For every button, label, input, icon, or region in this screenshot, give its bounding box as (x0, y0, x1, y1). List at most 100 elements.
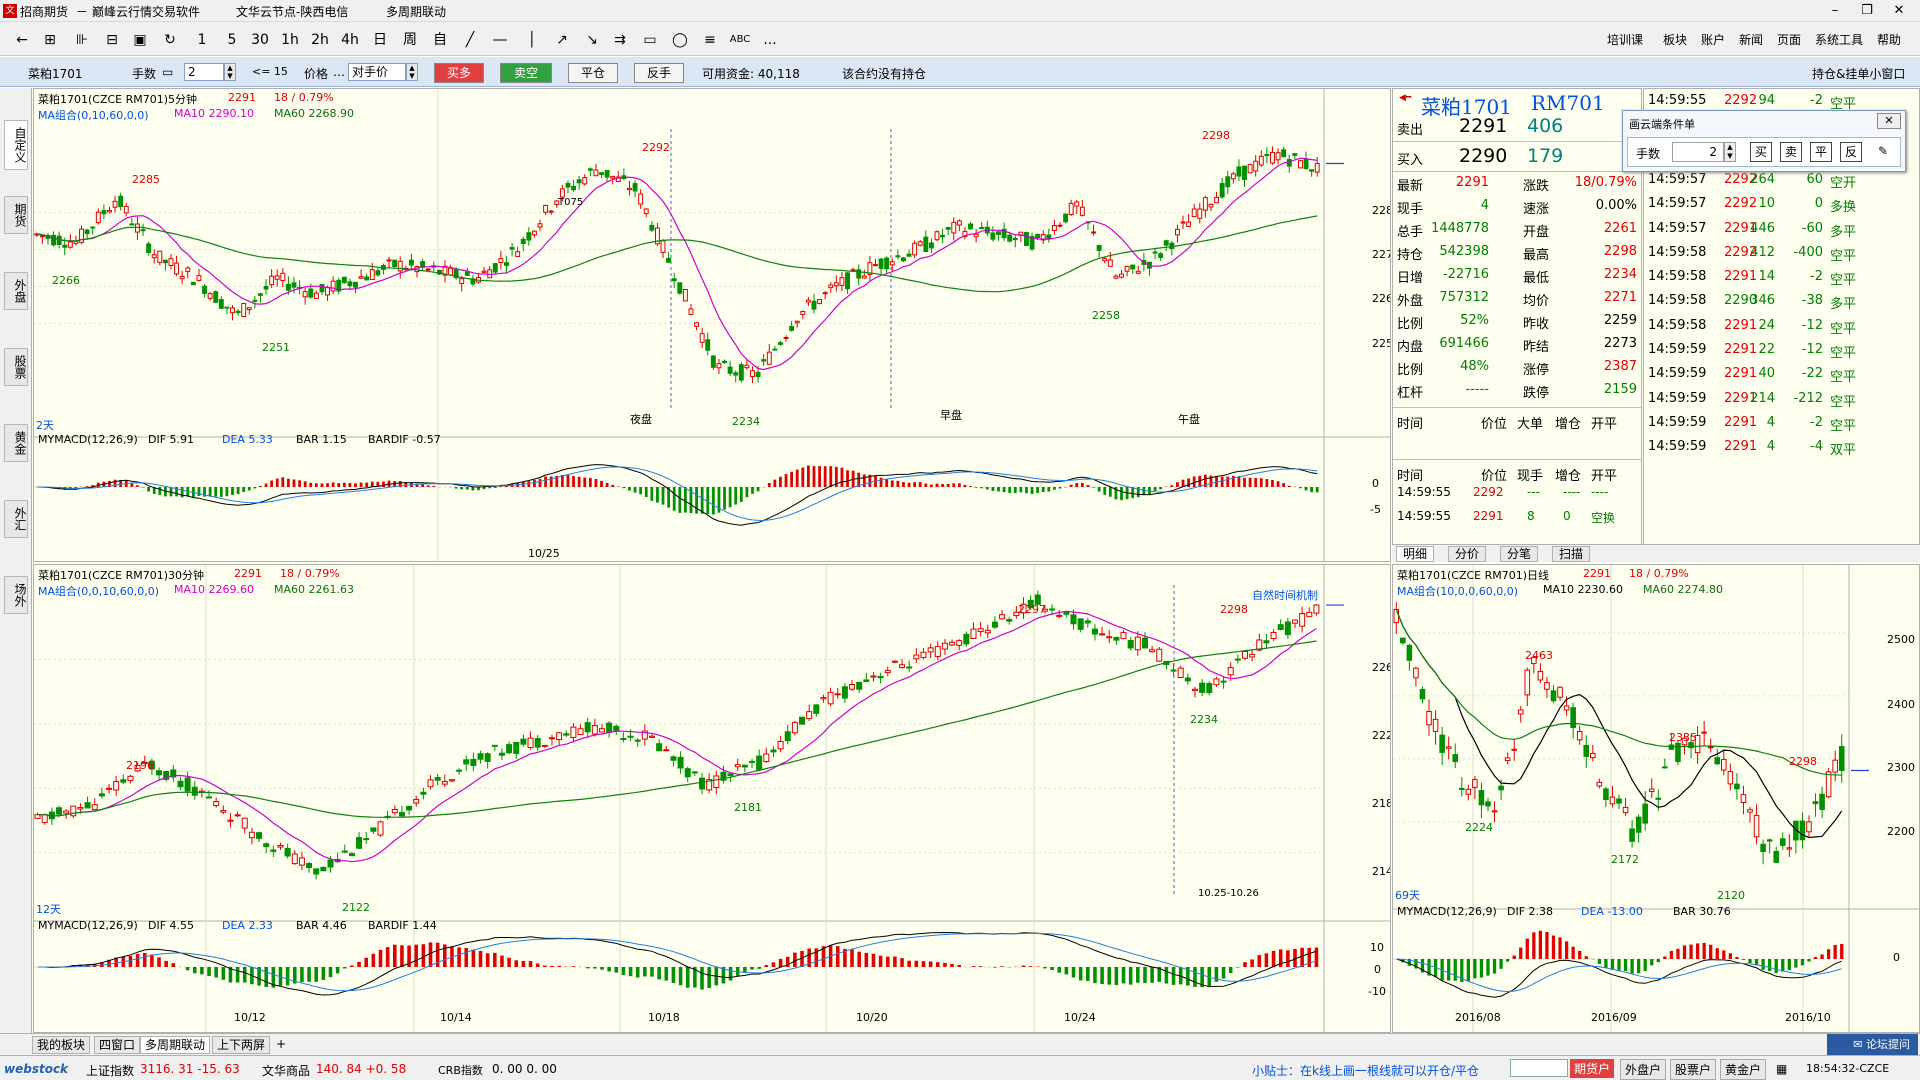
back-arrow-icon[interactable]: ← (10, 30, 34, 50)
text-tool-button[interactable]: ABC (728, 30, 752, 50)
tab-foreign-market[interactable]: 外盘 (4, 272, 28, 310)
save-icon[interactable]: ▣ (128, 30, 152, 50)
pen-icon[interactable]: ✎ (1872, 142, 1894, 162)
period-5m[interactable]: 5 (220, 30, 244, 50)
dialog-buy-button[interactable]: 买 (1750, 142, 1772, 162)
tab-my-sectors[interactable]: 我的板块 (32, 1036, 91, 1054)
foreign-account-button[interactable]: 外盘户 (1620, 1059, 1667, 1080)
tick-row[interactable]: 14:59:58 2291 24 -12 空平 (1644, 314, 1919, 338)
rect-tool-icon[interactable]: ▭ (638, 30, 662, 50)
search-input[interactable] (1510, 1059, 1568, 1077)
tick-row[interactable]: 14:59:59 2291 4 -4 双平 (1644, 435, 1919, 459)
conditional-order-dialog[interactable]: 画云端条件单 ✕ 手数 2 ▲ ▼ 买 卖 平 反 ✎ (1622, 110, 1906, 172)
period-4h[interactable]: 4h (338, 30, 362, 50)
chart-5min-svg[interactable] (34, 89, 1391, 562)
chart-daily-pane[interactable]: 菜粕1701(CZCE RM701)日线 2291 18 / 0.79% MA组… (1392, 564, 1920, 1033)
arrow-tool-icon[interactable]: ↘ (580, 30, 604, 50)
tab-detail[interactable]: 明细 (1396, 546, 1435, 562)
close-position-button[interactable]: 平仓 (568, 63, 618, 83)
period-custom[interactable]: 自 (428, 30, 452, 50)
restore-button[interactable]: ❐ (1852, 2, 1882, 20)
dialog-close-icon[interactable]: ✕ (1877, 113, 1901, 129)
reverse-button[interactable]: 反手 (634, 63, 684, 83)
layout-icon[interactable]: ⊟ (100, 30, 124, 50)
tab-price-dist[interactable]: 分价 (1448, 546, 1487, 562)
period-day[interactable]: 日 (368, 30, 392, 50)
menu-multi-period[interactable]: 多周期联动 (386, 3, 446, 20)
dialog-sell-button[interactable]: 卖 (1780, 142, 1802, 162)
menu-server-node[interactable]: 文华云节点-陕西电信 (236, 3, 348, 20)
close-button[interactable]: ✕ (1884, 2, 1914, 20)
tab-four-window[interactable]: 四窗口 (94, 1036, 141, 1054)
menu-account[interactable]: 账户 (1701, 31, 1725, 48)
dialog-qty-input[interactable]: 2 (1672, 142, 1724, 162)
line-tool-icon[interactable]: ╱ (458, 30, 482, 50)
menu-system-tools[interactable]: 系统工具 (1815, 31, 1863, 48)
tick-row[interactable]: 14:59:57 2292 10 0 多换 (1644, 192, 1919, 216)
tab-forex[interactable]: 外汇 (4, 500, 28, 538)
menu-help[interactable]: 帮助 (1877, 31, 1901, 48)
fibo-tool-icon[interactable]: ≡ (698, 30, 722, 50)
tick-row[interactable]: 14:59:57 2291 446 -60 多平 (1644, 217, 1919, 241)
tab-custom[interactable]: 自定义 (4, 120, 28, 170)
tick-row[interactable]: 14:59:59 2291 214 -212 空平 (1644, 387, 1919, 411)
position-window-link[interactable]: 持仓&挂单小窗口 (1812, 65, 1905, 82)
dialog-qty-spinner[interactable]: ▲ ▼ (1724, 142, 1736, 162)
tab-futures[interactable]: 期货 (4, 196, 28, 234)
minimize-button[interactable]: – (1820, 2, 1850, 20)
chart-5min-pane[interactable]: 菜粕1701(CZCE RM701)5分钟 2291 18 / 0.79% MA… (33, 88, 1391, 562)
ellipse-tool-icon[interactable]: ◯ (668, 30, 692, 50)
stock-account-button[interactable]: 股票户 (1670, 1059, 1717, 1080)
chart-30min-svg[interactable] (34, 565, 1391, 1033)
futures-account-button[interactable]: 期货户 (1570, 1059, 1615, 1078)
chart-30min-pane[interactable]: 菜粕1701(CZCE RM701)30分钟 2291 18 / 0.79% M… (33, 564, 1391, 1033)
period-30m[interactable]: 30 (248, 30, 272, 50)
hline-tool-icon[interactable]: ― (488, 30, 512, 50)
tab-stocks[interactable]: 股票 (4, 348, 28, 386)
tab-scan[interactable]: 扫描 (1552, 546, 1591, 562)
tip-text[interactable]: 小贴士：在k线上画一根线就可以开仓/平仓 (1252, 1062, 1479, 1079)
more-tools-button[interactable]: ... (758, 30, 782, 50)
period-1m[interactable]: 1 (190, 30, 214, 50)
candle-icon[interactable]: ⊪ (70, 30, 94, 50)
vline-tool-icon[interactable]: │ (520, 30, 544, 50)
tab-gold[interactable]: 黄金 (4, 424, 28, 462)
ray-tool-icon[interactable]: ↗ (550, 30, 574, 50)
forum-button[interactable]: ✉ 论坛提问 (1827, 1034, 1918, 1056)
tick-row[interactable]: 14:59:58 2292 412 -400 空平 (1644, 241, 1919, 265)
refresh-icon[interactable]: ↻ (158, 30, 182, 50)
gold-account-button[interactable]: 黄金户 (1720, 1059, 1767, 1080)
period-week[interactable]: 周 (398, 30, 422, 50)
period-2h[interactable]: 2h (308, 30, 332, 50)
buy-long-button[interactable]: 买多 (434, 63, 484, 83)
menu-news[interactable]: 新闻 (1739, 31, 1763, 48)
tab-multi-period[interactable]: 多周期联动 (140, 1036, 211, 1054)
menu-training[interactable]: 培训课 (1607, 31, 1643, 48)
sell-short-button[interactable]: 卖空 (500, 63, 552, 83)
price-spinner[interactable]: ▲ ▼ (406, 63, 418, 81)
price-select[interactable]: 对手价 (348, 63, 406, 81)
tab-two-screens[interactable]: 上下两屏 (212, 1036, 271, 1054)
qty-spinner[interactable]: ▲ ▼ (224, 63, 236, 81)
tab-ticks[interactable]: 分笔 (1500, 546, 1539, 562)
trade-contract[interactable]: 菜粕1701 (28, 65, 83, 82)
tick-row[interactable]: 14:59:58 2291 14 -2 空平 (1644, 265, 1919, 289)
grid-icon[interactable]: ▦ (1776, 1062, 1787, 1076)
dialog-reverse-button[interactable]: 反 (1840, 142, 1862, 162)
menu-sector[interactable]: 板块 (1663, 31, 1687, 48)
tick-row[interactable]: 14:59:59 2291 22 -12 空平 (1644, 338, 1919, 362)
qty-input[interactable]: 2 (184, 63, 224, 81)
tick-row[interactable]: 14:59:59 2291 40 -22 空平 (1644, 362, 1919, 386)
add-tab-button[interactable]: + (272, 1036, 290, 1054)
candle-body (341, 850, 348, 853)
period-1h[interactable]: 1h (278, 30, 302, 50)
chart-daily-svg[interactable] (1393, 565, 1920, 1033)
tick-row[interactable]: 14:59:58 2290 346 -38 多平 (1644, 289, 1919, 313)
dialog-close-position-button[interactable]: 平 (1810, 142, 1832, 162)
channel-tool-icon[interactable]: ⇉ (608, 30, 632, 50)
tick-row[interactable]: 14:59:59 2291 4 -2 空平 (1644, 411, 1919, 435)
grid-icon[interactable]: ⊞ (38, 30, 62, 50)
menu-page[interactable]: 页面 (1777, 31, 1801, 48)
tab-otc[interactable]: 场外 (4, 576, 28, 614)
candle-body (1832, 759, 1838, 773)
